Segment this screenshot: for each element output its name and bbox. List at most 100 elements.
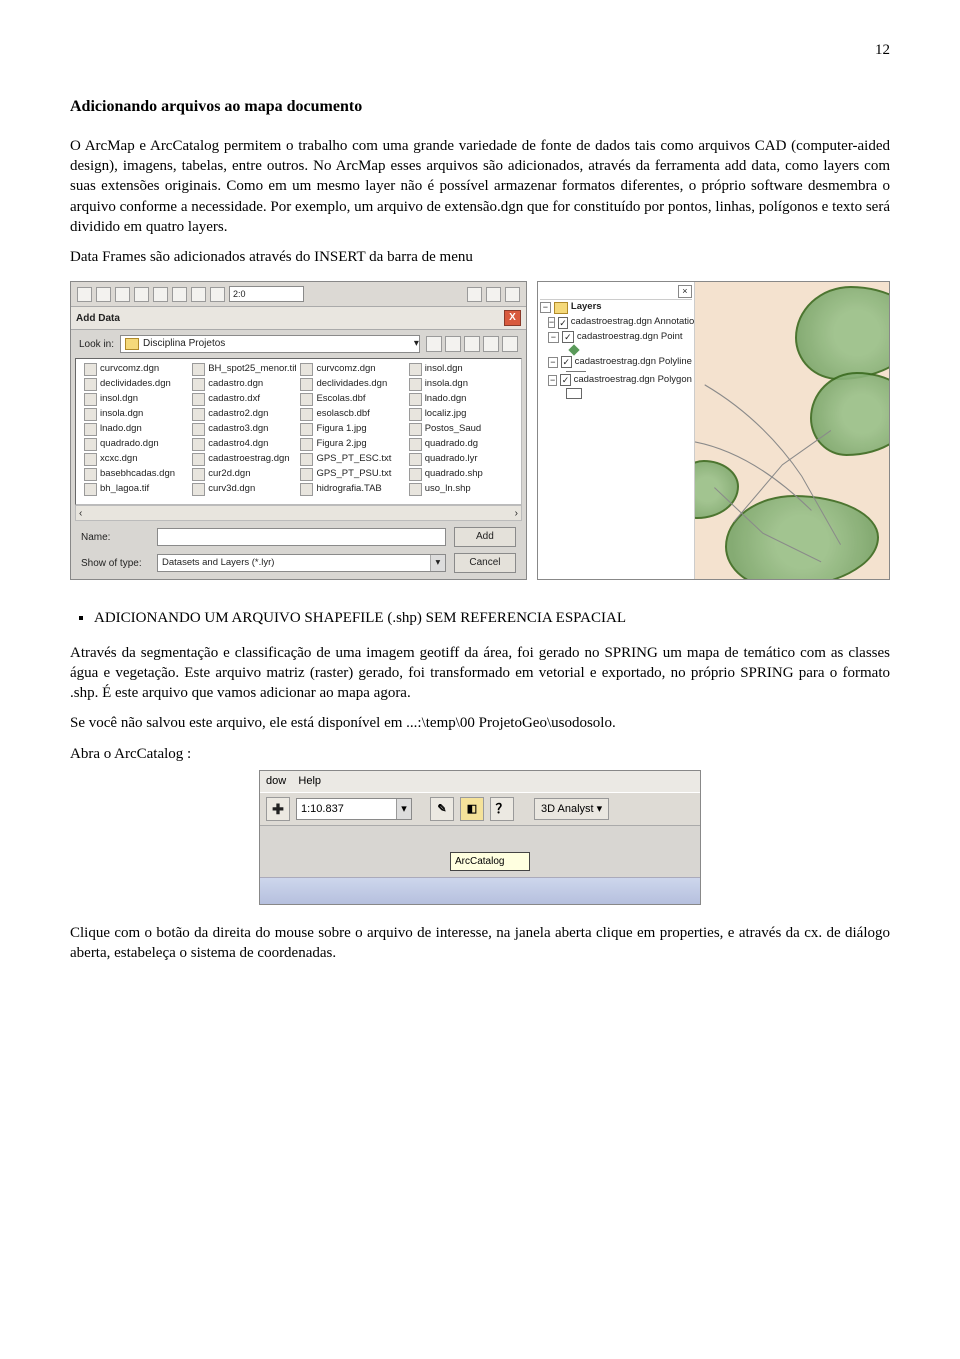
menu-help[interactable]: Help: [298, 774, 321, 789]
file-item[interactable]: insola.dgn: [84, 408, 188, 421]
undo-icon[interactable]: [172, 287, 187, 302]
type-combo[interactable]: Datasets and Layers (*.lyr) ▾: [157, 554, 446, 572]
file-item[interactable]: insola.dgn: [409, 378, 513, 391]
lookin-combo[interactable]: Disciplina Projetos ▾: [120, 335, 420, 353]
file-item[interactable]: hidrografia.TAB: [300, 483, 404, 496]
minus-icon[interactable]: −: [548, 332, 559, 343]
toc-layer-annotation[interactable]: − ✓ cadastroestrag.dgn Annotation: [540, 315, 692, 330]
name-label: Name:: [81, 531, 149, 545]
file-item[interactable]: Postos_Saud: [409, 423, 513, 436]
file-item[interactable]: Figura 2.jpg: [300, 438, 404, 451]
add-data-icon[interactable]: [210, 287, 225, 302]
file-name: cadastro2.dgn: [208, 408, 268, 421]
copy-icon[interactable]: [115, 287, 130, 302]
connect-icon[interactable]: [445, 336, 461, 352]
map-canvas[interactable]: [695, 282, 889, 579]
file-item[interactable]: quadrado.shp: [409, 468, 513, 481]
file-icon: [409, 468, 422, 481]
point-symbol-icon: [568, 344, 579, 355]
file-item[interactable]: GPS_PT_PSU.txt: [300, 468, 404, 481]
minus-icon[interactable]: −: [548, 375, 557, 386]
file-item[interactable]: cadastro.dgn: [192, 378, 296, 391]
redo-icon[interactable]: [191, 287, 206, 302]
file-item[interactable]: cadastro3.dgn: [192, 423, 296, 436]
arccatalog-icon[interactable]: ◧: [460, 797, 484, 821]
file-name: quadrado.dgn: [100, 438, 159, 451]
horizontal-scrollbar[interactable]: ‹ ›: [75, 505, 522, 521]
catalog-icon[interactable]: [486, 287, 501, 302]
menu-window[interactable]: dow: [266, 774, 286, 789]
scale-value: 1:10.837: [301, 799, 344, 819]
file-item[interactable]: bh_lagoa.tif: [84, 483, 188, 496]
up-folder-icon[interactable]: [426, 336, 442, 352]
file-item[interactable]: uso_ln.shp: [409, 483, 513, 496]
file-item[interactable]: curv3d.dgn: [192, 483, 296, 496]
checkbox-icon[interactable]: ✓: [558, 317, 568, 329]
file-item[interactable]: lnado.dgn: [409, 393, 513, 406]
cut-icon[interactable]: [96, 287, 111, 302]
file-item[interactable]: cadastroestrag.dgn: [192, 453, 296, 466]
checkbox-icon[interactable]: ✓: [562, 331, 574, 343]
file-item[interactable]: Escolas.dbf: [300, 393, 404, 406]
file-item[interactable]: basebhcadas.dgn: [84, 468, 188, 481]
toc-layer-polyline[interactable]: − ✓ cadastroestrag.dgn Polyline: [540, 355, 692, 370]
paste-icon[interactable]: [134, 287, 149, 302]
toc-root[interactable]: − Layers: [540, 300, 692, 315]
editor-toolbar-icon[interactable]: ✎: [430, 797, 454, 821]
file-icon: [300, 393, 313, 406]
toc-close-icon[interactable]: ×: [678, 285, 692, 298]
file-icon: [84, 408, 97, 421]
file-list[interactable]: curvcomz.dgn BH_spot25_menor.tif curvcomz.…: [75, 358, 522, 505]
scale-combo[interactable]: 2:0: [229, 286, 304, 302]
save-icon[interactable]: [77, 287, 92, 302]
chevron-down-icon[interactable]: ▾: [396, 799, 411, 819]
minus-icon[interactable]: −: [548, 357, 558, 368]
file-item[interactable]: quadrado.lyr: [409, 453, 513, 466]
editor-icon[interactable]: [467, 287, 482, 302]
file-icon: [409, 363, 422, 376]
table-of-contents[interactable]: × − Layers − ✓ cadastroestrag.dgn Annota…: [538, 282, 695, 579]
add-button[interactable]: Add: [454, 527, 516, 547]
file-item[interactable]: declividades.dgn: [84, 378, 188, 391]
scale-combo[interactable]: 1:10.837 ▾: [296, 798, 412, 820]
close-icon[interactable]: X: [504, 310, 521, 326]
file-item[interactable]: localiz.jpg: [409, 408, 513, 421]
file-item[interactable]: declividades.dgn: [300, 378, 404, 391]
thumbs-view-icon[interactable]: [502, 336, 518, 352]
file-item[interactable]: cur2d.dgn: [192, 468, 296, 481]
file-item[interactable]: esolascb.dbf: [300, 408, 404, 421]
file-item[interactable]: lnado.dgn: [84, 423, 188, 436]
file-item[interactable]: Figura 1.jpg: [300, 423, 404, 436]
add-data-plus-icon[interactable]: ✚: [266, 797, 290, 821]
minus-icon[interactable]: −: [540, 302, 551, 313]
file-item[interactable]: BH_spot25_menor.tif: [192, 363, 296, 376]
toc-layer-point[interactable]: − ✓ cadastroestrag.dgn Point: [540, 330, 692, 345]
file-item[interactable]: quadrado.dg: [409, 438, 513, 451]
minus-icon[interactable]: −: [548, 317, 555, 328]
details-view-icon[interactable]: [483, 336, 499, 352]
file-item[interactable]: xcxc.dgn: [84, 453, 188, 466]
cancel-button[interactable]: Cancel: [454, 553, 516, 573]
file-item[interactable]: curvcomz.dgn: [84, 363, 188, 376]
checkbox-icon[interactable]: ✓: [561, 356, 572, 368]
file-item[interactable]: insol.dgn: [409, 363, 513, 376]
whats-this-icon[interactable]: ？: [490, 797, 514, 821]
file-item[interactable]: quadrado.dgn: [84, 438, 188, 451]
list-view-icon[interactable]: [464, 336, 480, 352]
checkbox-icon[interactable]: ✓: [560, 374, 570, 386]
scroll-right-icon[interactable]: ›: [512, 507, 521, 521]
scroll-left-icon[interactable]: ‹: [76, 507, 85, 521]
file-item[interactable]: insol.dgn: [84, 393, 188, 406]
file-item[interactable]: cadastro4.dgn: [192, 438, 296, 451]
file-item[interactable]: GPS_PT_ESC.txt: [300, 453, 404, 466]
3d-analyst-button[interactable]: 3D Analyst ▾: [534, 798, 609, 820]
name-input[interactable]: [157, 528, 446, 546]
file-icon: [300, 378, 313, 391]
file-name: quadrado.shp: [425, 468, 483, 481]
delete-icon[interactable]: [153, 287, 168, 302]
help-icon[interactable]: [505, 287, 520, 302]
file-item[interactable]: cadastro.dxf: [192, 393, 296, 406]
file-item[interactable]: cadastro2.dgn: [192, 408, 296, 421]
file-item[interactable]: curvcomz.dgn: [300, 363, 404, 376]
toc-layer-polygon[interactable]: − ✓ cadastroestrag.dgn Polygon: [540, 373, 692, 388]
